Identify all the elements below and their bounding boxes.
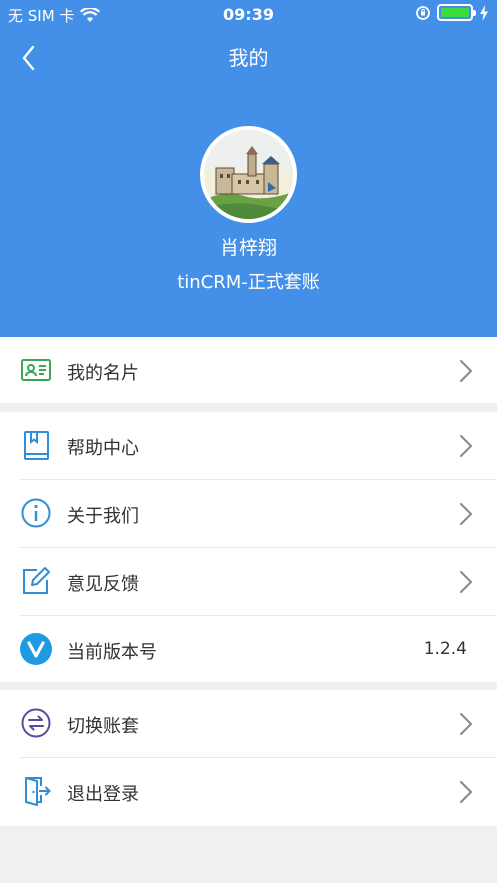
menu-label-logout: 退出登录 (67, 784, 139, 805)
menu-group-info: 帮助中心 关于我们 意见反馈 当前版本号 1.2.4 (0, 412, 497, 682)
menu-group-account: 切换账套 退出登录 (0, 690, 497, 826)
menu-item-help-center[interactable]: 帮助中心 (0, 412, 497, 480)
chevron-right-icon (460, 713, 473, 735)
menu-label-about-us: 关于我们 (67, 506, 139, 527)
switch-icon (21, 708, 51, 738)
chevron-right-icon (460, 360, 473, 382)
charging-icon (480, 4, 488, 21)
chevron-right-icon (460, 503, 473, 525)
menu-group-card: 我的名片 (0, 337, 497, 403)
status-right (415, 4, 489, 21)
menu-label-business-card: 我的名片 (67, 363, 139, 384)
logout-door-icon (25, 777, 51, 806)
menu-item-feedback[interactable]: 意见反馈 (0, 548, 497, 616)
chevron-right-icon (460, 435, 473, 457)
chevron-right-icon (460, 781, 473, 803)
business-card-icon (21, 359, 51, 381)
page-title: 我的 (228, 46, 269, 70)
menu-label-switch-account: 切换账套 (67, 716, 139, 737)
profile-header: 无 SIM 卡 09:39 我的 肖梓翔 tinCRM-正式套账 (0, 0, 497, 337)
menu-item-version: 当前版本号 1.2.4 (0, 616, 497, 684)
edit-icon (23, 567, 50, 594)
battery-icon (437, 4, 476, 21)
rotation-lock-icon (416, 5, 430, 20)
avatar[interactable] (200, 126, 297, 223)
status-bar: 无 SIM 卡 09:39 (0, 0, 497, 30)
account-name: tinCRM-正式套账 (177, 272, 320, 293)
book-icon (24, 431, 49, 460)
menu-label-feedback: 意见反馈 (67, 574, 139, 595)
menu-item-logout[interactable]: 退出登录 (0, 758, 497, 826)
avatar-image (204, 130, 293, 219)
menu-label-version: 当前版本号 (67, 642, 157, 663)
version-v-icon (20, 633, 52, 665)
nav-bar: 我的 (0, 36, 497, 76)
info-icon (21, 498, 51, 528)
version-value: 1.2.4 (423, 639, 467, 659)
menu-item-switch-account[interactable]: 切换账套 (0, 690, 497, 758)
chevron-right-icon (460, 571, 473, 593)
menu-label-help-center: 帮助中心 (67, 438, 139, 459)
user-name: 肖梓翔 (219, 237, 277, 259)
menu-item-business-card[interactable]: 我的名片 (0, 337, 497, 403)
menu-item-about-us[interactable]: 关于我们 (0, 480, 497, 548)
